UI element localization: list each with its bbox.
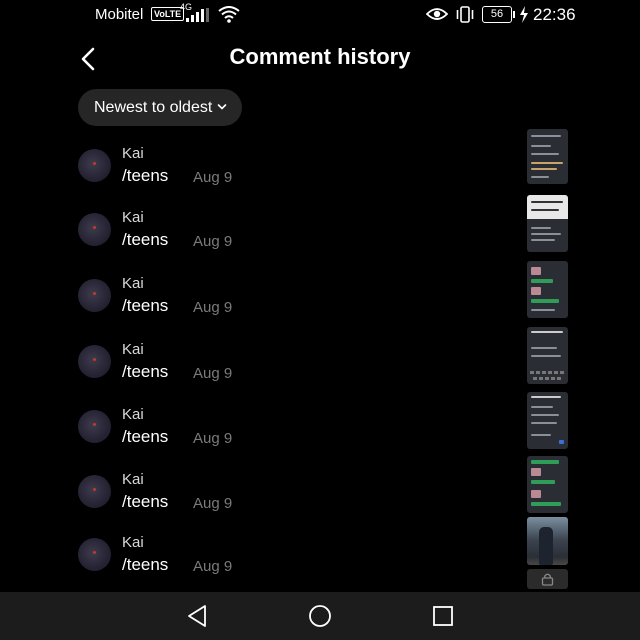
user-name: Kai [122, 145, 144, 162]
user-name: Kai [122, 341, 144, 358]
clock: 22:36 [533, 5, 576, 24]
charging-icon [520, 6, 528, 23]
comment-text: /teens [122, 555, 169, 574]
comment-text: /teens [122, 362, 169, 381]
carrier-name: Mobitel [95, 6, 144, 23]
comment-date: Aug 9 [193, 233, 233, 250]
comment-text: /teens [122, 230, 169, 249]
wifi-icon [218, 6, 240, 23]
nav-recents-icon[interactable] [432, 605, 454, 627]
avatar[interactable] [78, 213, 111, 246]
nav-home-icon[interactable] [308, 604, 332, 628]
avatar[interactable] [78, 345, 111, 378]
comment-date: Aug 9 [193, 430, 233, 447]
private-video-tile[interactable] [527, 569, 568, 589]
user-name: Kai [122, 275, 144, 292]
video-thumbnail[interactable] [527, 392, 568, 449]
video-thumbnail[interactable] [527, 129, 568, 184]
nav-back-icon[interactable] [186, 604, 208, 628]
sort-label: Newest to oldest [94, 99, 213, 116]
lock-icon [541, 573, 554, 586]
avatar[interactable] [78, 149, 111, 182]
comment-date: Aug 9 [193, 169, 233, 186]
comment-text: /teens [122, 427, 169, 446]
avatar[interactable] [78, 410, 111, 443]
status-bar: Mobitel VoLTE 4G 56 22:36 [0, 0, 640, 30]
video-thumbnail[interactable] [527, 517, 568, 565]
comment-text: /teens [122, 296, 169, 315]
user-name: Kai [122, 471, 144, 488]
page-title: Comment history [229, 44, 411, 69]
avatar[interactable] [78, 538, 111, 571]
comment-date: Aug 9 [193, 558, 233, 575]
eye-icon [426, 8, 448, 20]
video-thumbnail[interactable] [527, 327, 568, 384]
comment-text: /teens [122, 492, 169, 511]
signal-icon [186, 8, 209, 22]
vibrate-icon [456, 6, 474, 23]
user-name: Kai [122, 406, 144, 423]
video-thumbnail[interactable] [527, 195, 568, 252]
video-thumbnail[interactable] [527, 456, 568, 513]
comment-date: Aug 9 [193, 299, 233, 316]
chevron-down-icon [217, 104, 227, 110]
avatar[interactable] [78, 279, 111, 312]
comment-text: /teens [122, 166, 169, 185]
user-name: Kai [122, 534, 144, 551]
battery-icon: 56 [482, 6, 512, 23]
comment-date: Aug 9 [193, 365, 233, 382]
video-thumbnail[interactable] [527, 261, 568, 318]
avatar[interactable] [78, 475, 111, 508]
battery-tip [513, 11, 515, 18]
user-name: Kai [122, 209, 144, 226]
comment-date: Aug 9 [193, 495, 233, 512]
system-nav-bar [0, 592, 640, 640]
sort-dropdown[interactable]: Newest to oldest [78, 89, 243, 126]
